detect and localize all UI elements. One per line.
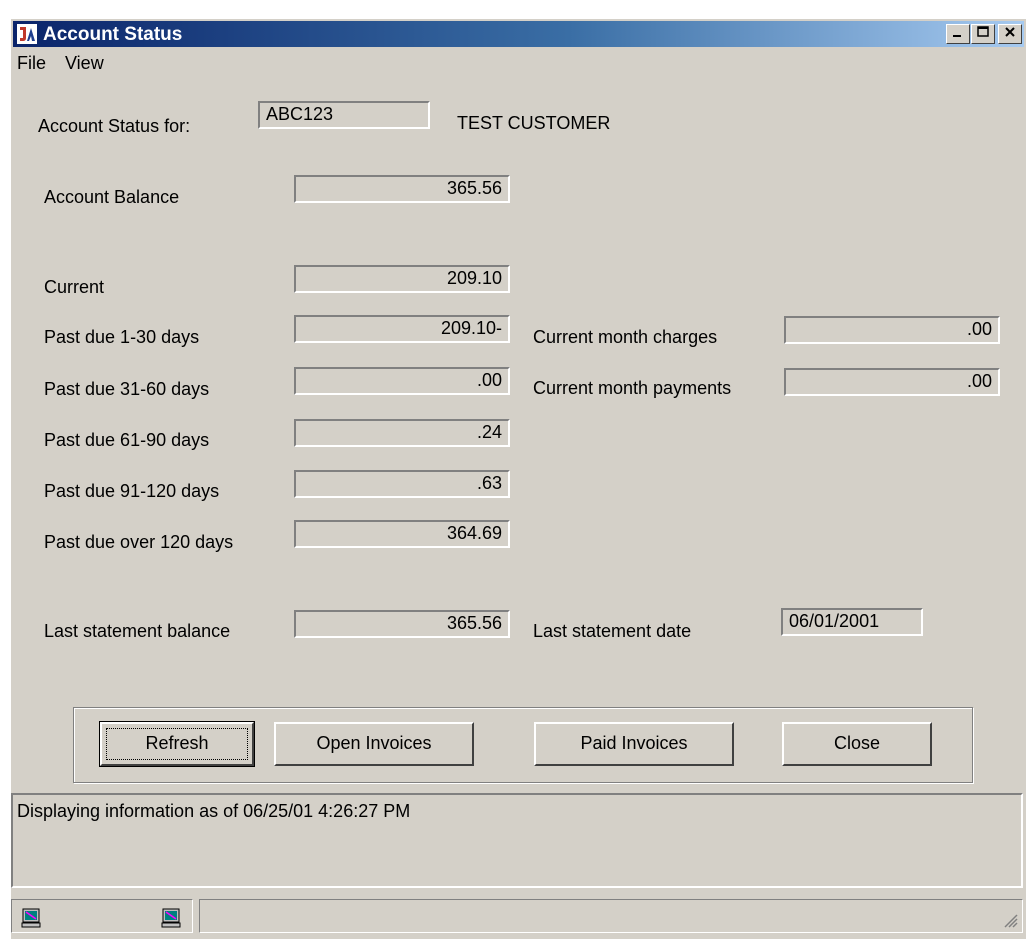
account-balance-label: Account Balance [44, 187, 180, 207]
past-due-31-60-label: Past due 31-60 days [44, 379, 210, 399]
current-month-payments-label: Current month payments [533, 378, 732, 398]
status-bar [11, 897, 1023, 937]
customer-name: TEST CUSTOMER [457, 113, 611, 133]
status-bar-panel-icons [11, 899, 193, 933]
current-month-payments-field: .00 [784, 368, 1000, 396]
last-statement-balance-field: 365.56 [294, 610, 510, 638]
last-statement-balance-label: Last statement balance [44, 621, 231, 641]
account-id-field: ABC123 [258, 101, 430, 129]
account-status-window: Account Status File View Account Status … [10, 18, 1027, 940]
status-bar-panel-main [199, 899, 1023, 933]
menu-view[interactable]: View [65, 53, 104, 74]
minimize-icon [953, 35, 961, 37]
past-due-91-120-field: .63 [294, 470, 510, 498]
last-statement-date-field: 06/01/2001 [781, 608, 923, 636]
resize-grip-icon[interactable] [1002, 912, 1018, 928]
window-title: Account Status [43, 24, 183, 45]
action-button-group: Refresh Open Invoices Paid Invoices Clos… [73, 707, 973, 783]
current-month-charges-field: .00 [784, 316, 1000, 344]
open-invoices-button-label: Open Invoices [316, 733, 432, 753]
past-due-31-60-field: .00 [294, 367, 510, 395]
refresh-button[interactable]: Refresh [99, 721, 255, 767]
close-window-button[interactable] [998, 24, 1022, 44]
status-message-area: Displaying information as of 06/25/01 4:… [11, 793, 1023, 888]
minimize-button[interactable] [946, 24, 970, 44]
close-button[interactable]: Close [782, 722, 932, 766]
past-due-1-30-field: 209.10- [294, 315, 510, 343]
past-due-61-90-field: .24 [294, 419, 510, 447]
maximize-button[interactable] [971, 24, 995, 44]
focus-rectangle [106, 728, 248, 760]
past-due-over-120-field: 364.69 [294, 520, 510, 548]
menu-file[interactable]: File [17, 53, 46, 74]
close-icon [1005, 27, 1015, 37]
close-button-label: Close [833, 733, 881, 753]
account-balance-field: 365.56 [294, 175, 510, 203]
open-invoices-button[interactable]: Open Invoices [274, 722, 474, 766]
past-due-61-90-label: Past due 61-90 days [44, 430, 210, 450]
past-due-91-120-label: Past due 91-120 days [44, 481, 220, 501]
account-status-label: Account Status for: [38, 116, 191, 136]
current-month-charges-label: Current month charges [533, 327, 718, 347]
app-logo-icon [17, 24, 37, 44]
paid-invoices-button-label: Paid Invoices [580, 733, 688, 753]
status-message: Displaying information as of 06/25/01 4:… [17, 801, 411, 821]
title-bar[interactable]: Account Status [13, 21, 1024, 47]
paid-invoices-button[interactable]: Paid Invoices [534, 722, 734, 766]
current-label: Current [44, 277, 105, 297]
computer-icon [160, 907, 182, 929]
last-statement-date-label: Last statement date [533, 621, 692, 641]
current-field: 209.10 [294, 265, 510, 293]
past-due-over-120-label: Past due over 120 days [44, 532, 234, 552]
past-due-1-30-label: Past due 1-30 days [44, 327, 200, 347]
computer-icon [20, 907, 42, 929]
maximize-icon [977, 26, 989, 37]
